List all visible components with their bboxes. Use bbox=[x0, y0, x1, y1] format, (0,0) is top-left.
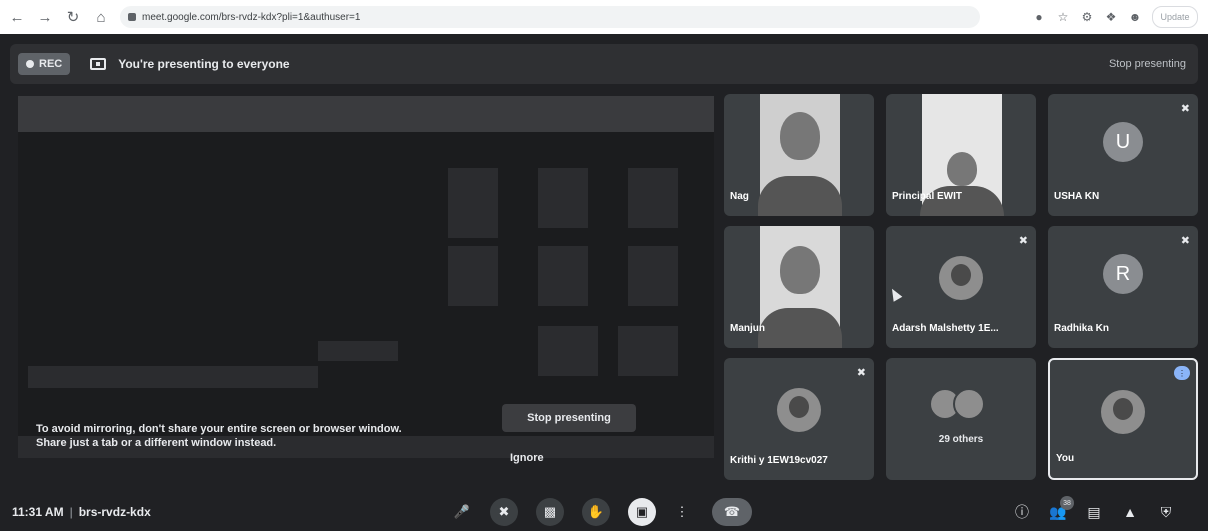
mirrored-tile bbox=[538, 246, 588, 306]
participant-name: Adarsh Malshetty 1E... bbox=[892, 323, 999, 334]
participant-tile[interactable]: ✖ Krithi y 1EW19cv027 bbox=[724, 358, 874, 480]
participant-name: Principal EWIT bbox=[892, 191, 963, 202]
mirrored-tile bbox=[538, 168, 588, 228]
participant-name: USHA KN bbox=[1054, 191, 1100, 202]
mirrored-message bbox=[28, 366, 318, 388]
forward-icon[interactable]: → bbox=[34, 6, 56, 28]
self-tile[interactable]: ⋮ You bbox=[1048, 358, 1198, 480]
recording-dot-icon bbox=[26, 60, 34, 68]
mirrored-tile bbox=[448, 168, 498, 238]
avatar bbox=[777, 388, 821, 432]
present-screen-icon bbox=[90, 58, 107, 70]
bookmark-star-icon[interactable]: ☆ bbox=[1056, 10, 1070, 24]
others-tile[interactable]: 29 others bbox=[886, 358, 1036, 480]
mic-off-icon: ✖ bbox=[856, 367, 866, 379]
back-icon[interactable]: ← bbox=[6, 6, 28, 28]
url-text: meet.google.com/brs-rvdz-kdx?pli=1&authu… bbox=[142, 11, 361, 23]
address-bar[interactable]: meet.google.com/brs-rvdz-kdx?pli=1&authu… bbox=[120, 6, 980, 28]
presenting-message: You're presenting to everyone bbox=[118, 57, 290, 71]
stop-presenting-button[interactable]: Stop presenting bbox=[502, 404, 636, 432]
mirrored-tile bbox=[538, 326, 598, 376]
stop-presenting-link[interactable]: Stop presenting bbox=[1109, 58, 1186, 70]
leave-call-icon[interactable]: ☎ bbox=[712, 498, 752, 526]
mirroring-warning: To avoid mirroring, don't share your ent… bbox=[36, 422, 402, 450]
participant-video bbox=[758, 226, 842, 348]
meeting-code: brs-rvdz-kdx bbox=[78, 505, 151, 519]
meeting-time: 11:31 AM bbox=[12, 505, 64, 519]
participant-name: You bbox=[1056, 453, 1075, 464]
mic-off-icon: ✖ bbox=[1180, 103, 1190, 115]
record-icon[interactable]: ● bbox=[1032, 10, 1046, 24]
participant-tile[interactable]: ✖ Adarsh Malshetty 1E... bbox=[886, 226, 1036, 348]
speaking-indicator-icon: ⋮ bbox=[1174, 366, 1190, 380]
separator: | bbox=[69, 505, 73, 519]
participant-tile[interactable]: Manjun bbox=[724, 226, 874, 348]
people-icon[interactable]: 👥 38 bbox=[1048, 496, 1074, 522]
recording-badge: REC bbox=[18, 53, 71, 75]
ignore-button[interactable]: Ignore bbox=[510, 452, 544, 464]
presenting-banner: REC You're presenting to everyone Stop p… bbox=[10, 44, 1198, 84]
participant-name: Krithi y 1EW19cv027 bbox=[730, 455, 828, 466]
participant-name: Nag bbox=[730, 191, 749, 202]
browser-toolbar: ← → ↻ ⌂ meet.google.com/brs-rvdz-kdx?pli… bbox=[0, 0, 1208, 34]
participant-tile[interactable]: Nag bbox=[724, 94, 874, 216]
participant-count-badge: 38 bbox=[1060, 496, 1074, 510]
activities-icon[interactable]: ▲ bbox=[1120, 502, 1140, 522]
participant-video bbox=[758, 94, 842, 216]
participant-tile[interactable]: Principal EWIT bbox=[886, 94, 1036, 216]
participant-name: Manjun bbox=[730, 323, 765, 334]
avatar bbox=[939, 256, 983, 300]
info-icon[interactable]: ⓘ bbox=[1012, 502, 1032, 522]
update-button[interactable]: Update bbox=[1152, 6, 1198, 28]
meeting-info: 11:31 AM | brs-rvdz-kdx bbox=[12, 505, 151, 519]
raise-hand-icon[interactable]: ✋ bbox=[582, 498, 610, 526]
rec-label: REC bbox=[39, 58, 63, 70]
mic-off-icon: ✖ bbox=[1180, 235, 1190, 247]
others-count: 29 others bbox=[938, 434, 984, 445]
avatar: U bbox=[1103, 122, 1143, 162]
mirrored-button bbox=[318, 341, 398, 361]
participant-tile[interactable]: ✖ U USHA KN bbox=[1048, 94, 1198, 216]
mirroring-warning-line1: To avoid mirroring, don't share your ent… bbox=[36, 423, 402, 435]
mic-icon[interactable]: 🎤 bbox=[448, 498, 476, 526]
host-controls-icon[interactable]: ⛨ bbox=[1156, 502, 1176, 522]
profile-icon[interactable]: ☻ bbox=[1128, 10, 1142, 24]
chat-icon[interactable]: ▤ bbox=[1084, 502, 1104, 522]
participant-tile[interactable]: ✖ R Radhika Kn bbox=[1048, 226, 1198, 348]
mirrored-tile bbox=[628, 168, 678, 228]
more-options-icon[interactable]: ⋮ bbox=[668, 498, 696, 526]
avatar bbox=[1101, 390, 1145, 434]
home-icon[interactable]: ⌂ bbox=[90, 6, 112, 28]
mirrored-tile bbox=[628, 246, 678, 306]
mirrored-toolbar bbox=[18, 96, 714, 132]
captions-icon[interactable]: ▩ bbox=[536, 498, 564, 526]
meeting-control-bar: 11:31 AM | brs-rvdz-kdx 🎤 ✖ ▩ ✋ ▣ ⋮ ☎ ⓘ 👥 3… bbox=[0, 494, 1208, 531]
mirrored-tile bbox=[618, 326, 678, 376]
extension-icon[interactable]: ⚙ bbox=[1080, 10, 1094, 24]
mic-off-icon: ✖ bbox=[1018, 235, 1028, 247]
reload-icon[interactable]: ↻ bbox=[62, 6, 84, 28]
others-avatars bbox=[929, 388, 985, 420]
puzzle-icon[interactable]: ❖ bbox=[1104, 10, 1118, 24]
camera-off-icon[interactable]: ✖ bbox=[490, 498, 518, 526]
avatar bbox=[953, 388, 985, 420]
present-now-icon[interactable]: ▣ bbox=[628, 498, 656, 526]
lock-icon bbox=[128, 13, 136, 21]
avatar: R bbox=[1103, 254, 1143, 294]
participant-name: Radhika Kn bbox=[1054, 323, 1110, 334]
mirrored-tile bbox=[448, 246, 498, 306]
mirroring-warning-line2: Share just a tab or a different window i… bbox=[36, 437, 277, 449]
